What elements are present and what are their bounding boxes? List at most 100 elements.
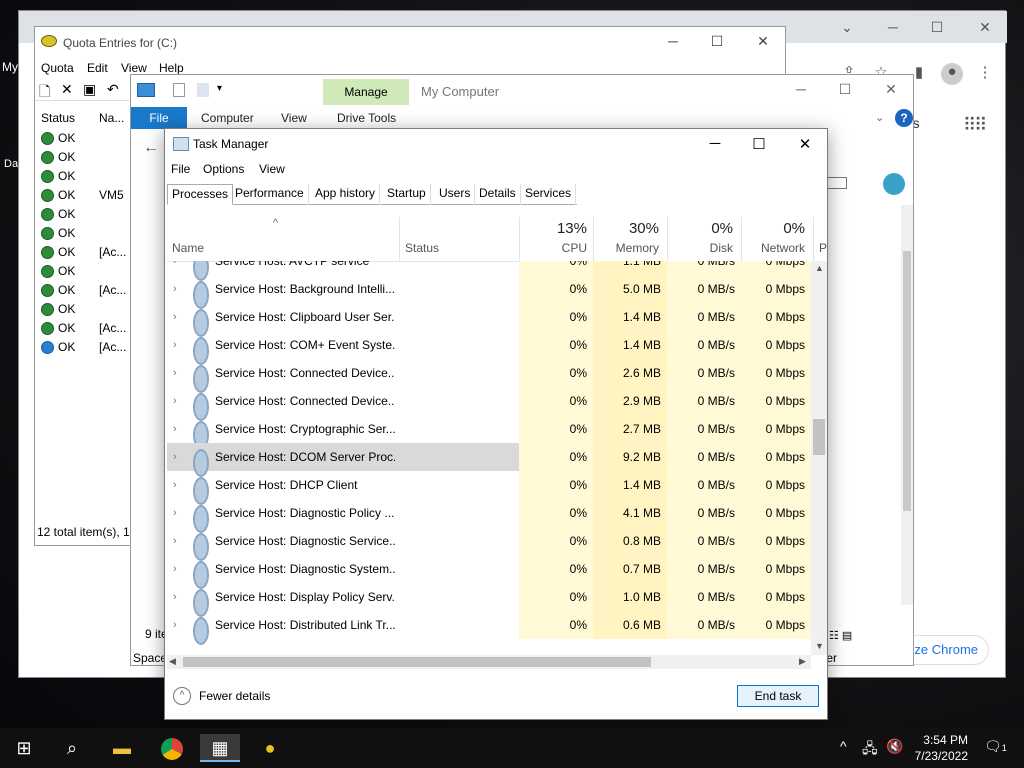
- column-header-status[interactable]: Status: [405, 241, 439, 255]
- chevron-up-icon[interactable]: ^: [840, 738, 847, 754]
- menu-help[interactable]: Help: [159, 61, 184, 75]
- profile-avatar-icon[interactable]: ●: [941, 63, 963, 85]
- tab-details[interactable]: Details: [475, 184, 521, 205]
- table-row[interactable]: › Service Host: Display Policy Serv... 0% 1…: [167, 583, 811, 617]
- tab-file[interactable]: File: [131, 107, 187, 129]
- minimize-button[interactable]: ─: [663, 33, 683, 49]
- column-header-status[interactable]: Status: [41, 111, 75, 125]
- column-header-name[interactable]: Name: [172, 241, 204, 255]
- qat-dropdown-icon[interactable]: ▾: [217, 83, 222, 94]
- end-task-button[interactable]: End task: [737, 685, 819, 707]
- table-row[interactable]: › Service Host: Connected Device... 0% 2.6 …: [167, 359, 811, 393]
- delete-icon[interactable]: ✕: [61, 81, 73, 98]
- table-row[interactable]: › Service Host: DCOM Server Proc... 0% 9.2 …: [167, 443, 811, 477]
- apps-grid-icon[interactable]: ⠿⠿: [963, 115, 987, 136]
- cpu-total[interactable]: 13%: [521, 220, 587, 237]
- tab-services[interactable]: Services: [521, 184, 577, 205]
- more-menu-icon[interactable]: ⋮: [975, 63, 995, 83]
- task-manager-taskbar-icon[interactable]: ▦: [200, 734, 240, 762]
- disk-value: 0 MB/s: [667, 275, 741, 303]
- table-row[interactable]: › Service Host: AVCTP service 0% 1.1 MB 0 MB…: [167, 261, 811, 281]
- maximize-button[interactable]: ☐: [835, 81, 855, 98]
- table-row[interactable]: › Service Host: Background Intelli... 0% 5.…: [167, 275, 811, 309]
- properties-icon[interactable]: ▣: [83, 81, 96, 98]
- tab-view[interactable]: View: [281, 111, 307, 125]
- tab-performance[interactable]: Performance: [231, 184, 309, 205]
- chevron-down-icon[interactable]: ⌄: [837, 17, 857, 37]
- help-icon[interactable]: ?: [895, 109, 913, 127]
- globe-icon[interactable]: [883, 173, 905, 195]
- process-name: Service Host: Connected Device...: [215, 394, 395, 408]
- windows-start-icon[interactable]: ⊞: [4, 734, 44, 762]
- desktop-icon-label[interactable]: My: [2, 60, 18, 74]
- close-button[interactable]: ✕: [881, 81, 901, 98]
- table-row[interactable]: › Service Host: Diagnostic Policy ... 0% 4.…: [167, 499, 811, 533]
- manage-context-tab[interactable]: Manage: [323, 79, 409, 105]
- back-arrow-icon[interactable]: ←: [143, 139, 159, 157]
- close-button[interactable]: ✕: [975, 17, 995, 37]
- newfolder-qat-icon[interactable]: [197, 83, 209, 97]
- table-row[interactable]: › Service Host: Clipboard User Ser... 0% 1.…: [167, 303, 811, 337]
- scroll-right-icon[interactable]: ▶: [799, 656, 806, 667]
- vertical-scrollbar[interactable]: [811, 261, 827, 655]
- column-header-network[interactable]: Network: [743, 241, 805, 255]
- column-header-cpu[interactable]: CPU: [521, 241, 587, 255]
- menu-edit[interactable]: Edit: [87, 61, 108, 75]
- chrome-icon[interactable]: [152, 734, 192, 762]
- scroll-down-icon[interactable]: ▼: [815, 641, 824, 651]
- tab-processes[interactable]: Processes: [167, 184, 234, 205]
- maximize-button[interactable]: ☐: [707, 33, 727, 50]
- desktop-icon-label[interactable]: Da: [4, 158, 18, 170]
- clock[interactable]: 3:54 PM 7/23/2022: [888, 732, 968, 764]
- undo-icon[interactable]: ↶: [107, 81, 119, 98]
- menu-view[interactable]: View: [121, 61, 147, 75]
- tab-users[interactable]: Users: [435, 184, 476, 205]
- search-icon[interactable]: ⌕: [52, 734, 92, 762]
- close-button[interactable]: ✕: [753, 33, 773, 50]
- details-view-icon[interactable]: ☷ ▤: [829, 629, 873, 643]
- menu-options[interactable]: Options: [203, 162, 244, 176]
- fewer-details-link[interactable]: Fewer details: [199, 689, 270, 703]
- tab-computer[interactable]: Computer: [201, 111, 254, 125]
- file-explorer-icon[interactable]: ▬: [102, 734, 142, 762]
- scroll-left-icon[interactable]: ◀: [169, 656, 176, 667]
- disk-total[interactable]: 0%: [669, 220, 733, 237]
- notification-center-icon[interactable]: 🗨1: [984, 738, 1007, 755]
- maximize-button[interactable]: ☐: [747, 135, 771, 153]
- tab-drive-tools[interactable]: Drive Tools: [337, 111, 396, 125]
- minimize-button[interactable]: ─: [791, 81, 811, 97]
- table-row[interactable]: › Service Host: Distributed Link Tr... 0% 0…: [167, 611, 811, 645]
- network-icon[interactable]: 🖧: [862, 738, 878, 762]
- table-row[interactable]: › Service Host: Connected Device... 0% 2.9 …: [167, 387, 811, 421]
- table-row[interactable]: › Service Host: COM+ Event Syste... 0% 1.4 …: [167, 331, 811, 365]
- new-icon[interactable]: 🗋: [39, 81, 50, 105]
- maximize-button[interactable]: ☐: [927, 17, 947, 37]
- scrollbar-thumb[interactable]: [183, 657, 651, 667]
- menu-file[interactable]: File: [171, 162, 190, 176]
- tab-startup[interactable]: Startup: [383, 184, 431, 205]
- column-header-memory[interactable]: Memory: [595, 241, 659, 255]
- column-header-power[interactable]: P: [819, 241, 827, 255]
- minimize-button[interactable]: ─: [703, 135, 727, 152]
- memory-total[interactable]: 30%: [595, 220, 659, 237]
- table-row[interactable]: › Service Host: Diagnostic Service... 0% 0.…: [167, 527, 811, 561]
- column-header-disk[interactable]: Disk: [669, 241, 733, 255]
- chevron-up-icon[interactable]: ^: [173, 687, 191, 705]
- scrollbar-thumb[interactable]: [813, 419, 825, 455]
- scrollbar-thumb[interactable]: [903, 251, 911, 511]
- menu-view[interactable]: View: [259, 162, 285, 176]
- tab-app-history[interactable]: App history: [311, 184, 381, 205]
- table-row[interactable]: › Service Host: Cryptographic Ser... 0% 2.7…: [167, 415, 811, 449]
- email-icon[interactable]: [825, 177, 847, 189]
- chevron-down-icon[interactable]: ⌄: [875, 111, 884, 124]
- scroll-up-icon[interactable]: ▲: [815, 263, 824, 273]
- column-header-name[interactable]: Na...: [99, 111, 124, 125]
- close-button[interactable]: ✕: [793, 135, 817, 153]
- menu-quota[interactable]: Quota: [41, 61, 74, 75]
- table-row[interactable]: › Service Host: DHCP Client 0% 1.4 MB 0 MB/s…: [167, 471, 811, 505]
- properties-qat-icon[interactable]: [173, 83, 185, 97]
- network-total[interactable]: 0%: [743, 220, 805, 237]
- minimize-button[interactable]: ─: [883, 17, 903, 37]
- table-row[interactable]: › Service Host: Diagnostic System... 0% 0.7…: [167, 555, 811, 589]
- quota-taskbar-icon[interactable]: ●: [250, 734, 290, 762]
